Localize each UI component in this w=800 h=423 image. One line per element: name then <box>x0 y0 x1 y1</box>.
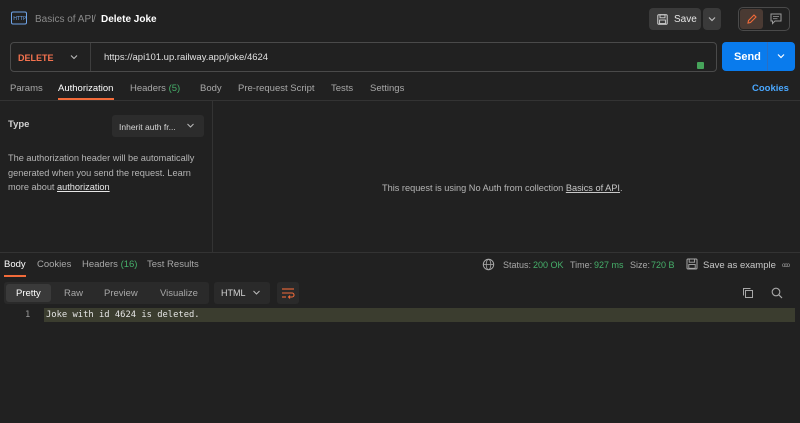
send-label[interactable]: Send <box>734 51 761 63</box>
save-button[interactable]: Save <box>649 8 701 30</box>
comment-icon <box>770 13 782 25</box>
size-value[interactable]: 720 B <box>651 260 675 270</box>
wrap-lines-icon <box>282 288 295 299</box>
tab-pre-request-script[interactable]: Pre-request Script <box>238 83 315 94</box>
status-label: Status: <box>503 260 532 270</box>
auth-description: The authorization header will be automat… <box>8 151 208 195</box>
time-value[interactable]: 927 ms <box>594 260 624 270</box>
comments-button[interactable] <box>765 9 787 29</box>
format-pretty[interactable]: Pretty <box>16 288 41 299</box>
no-auth-text: This request is using No Auth from colle… <box>382 183 566 193</box>
language-value[interactable]: HTML <box>221 288 246 298</box>
chevron-down-icon[interactable] <box>252 288 261 297</box>
svg-text:HTTP: HTTP <box>13 16 26 22</box>
save-icon[interactable] <box>686 258 698 270</box>
save-options-button[interactable] <box>703 8 721 30</box>
auth-type-label: Type <box>8 119 30 130</box>
format-visualize[interactable]: Visualize <box>160 288 198 299</box>
more-options-icon[interactable]: ooo <box>782 263 790 269</box>
wrap-lines-button[interactable] <box>277 282 299 304</box>
format-preview[interactable]: Preview <box>104 288 138 299</box>
tab-params[interactable]: Params <box>10 83 43 94</box>
globe-icon[interactable] <box>482 258 495 271</box>
save-as-example-button[interactable]: Save as example <box>703 260 776 271</box>
send-divider <box>767 42 768 71</box>
response-tab-body[interactable]: Body <box>4 259 26 270</box>
edit-button[interactable] <box>740 9 763 29</box>
search-icon[interactable] <box>771 287 783 299</box>
response-tab-test-results[interactable]: Test Results <box>147 259 199 270</box>
tab-body[interactable]: Body <box>200 83 222 94</box>
chevron-down-icon[interactable] <box>186 121 195 130</box>
chevron-down-icon[interactable] <box>69 52 79 62</box>
collection-link[interactable]: Basics of API <box>566 183 620 193</box>
save-label: Save <box>674 13 697 25</box>
http-method-select[interactable]: DELETE <box>18 53 54 63</box>
copy-icon[interactable] <box>742 287 754 299</box>
active-tab-indicator <box>4 275 26 277</box>
time-label: Time: <box>570 260 593 270</box>
breadcrumb-separator: / <box>93 14 96 25</box>
tab-headers-count: (5) <box>168 83 181 94</box>
status-value[interactable]: 200 OK <box>533 260 564 270</box>
method-divider <box>90 43 91 71</box>
pencil-icon <box>747 14 757 24</box>
no-auth-message: This request is using No Auth from colle… <box>382 183 623 193</box>
format-raw[interactable]: Raw <box>64 288 83 299</box>
line-number: 1 <box>25 310 31 320</box>
response-headers-label: Headers <box>82 259 118 270</box>
cookies-link[interactable]: Cookies <box>752 83 789 94</box>
response-tab-headers[interactable]: Headers (16) <box>82 259 137 270</box>
tab-headers[interactable]: Headers (5) <box>130 83 180 94</box>
authorization-link[interactable]: authorization <box>57 182 110 192</box>
divider <box>0 252 800 253</box>
http-request-icon: HTTP <box>11 11 27 25</box>
breadcrumb-request-name[interactable]: Delete Joke <box>101 14 157 25</box>
response-headers-count: (16) <box>120 259 138 270</box>
breadcrumb-collection[interactable]: Basics of API <box>35 14 94 25</box>
size-label: Size: <box>630 260 651 270</box>
response-tab-cookies[interactable]: Cookies <box>37 259 71 270</box>
pane-divider <box>212 101 213 252</box>
tab-authorization[interactable]: Authorization <box>58 83 113 94</box>
divider <box>0 100 800 101</box>
url-input[interactable]: https://api101.up.railway.app/joke/4624 <box>104 52 268 63</box>
url-status-indicator <box>697 62 704 69</box>
response-body-line[interactable]: Joke with id 4624 is deleted. <box>46 310 200 320</box>
save-icon <box>657 13 668 25</box>
auth-type-value[interactable]: Inherit auth fr... <box>119 122 176 132</box>
tab-settings[interactable]: Settings <box>370 83 404 94</box>
tab-headers-label: Headers <box>130 83 166 94</box>
no-auth-period: . <box>619 183 623 193</box>
chevron-down-icon[interactable] <box>776 51 786 61</box>
chevron-down-icon <box>708 17 716 22</box>
tab-tests[interactable]: Tests <box>331 83 353 94</box>
